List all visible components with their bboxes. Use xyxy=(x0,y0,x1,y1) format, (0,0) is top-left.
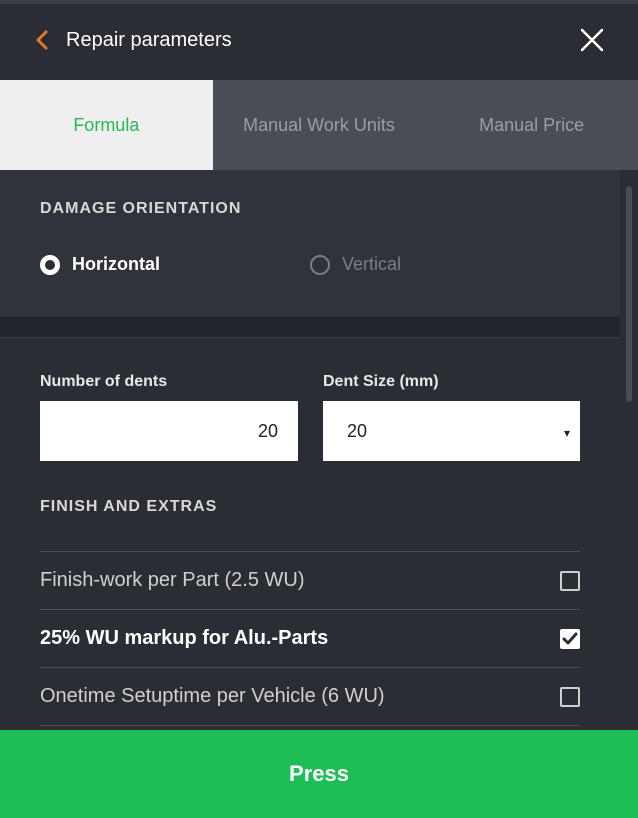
checkbox-unchecked-icon[interactable] xyxy=(560,686,580,707)
radio-vertical[interactable]: Vertical xyxy=(310,254,401,275)
checkbox-checked-icon[interactable] xyxy=(560,628,580,649)
orientation-section: DAMAGE ORIENTATION Horizontal Vertical xyxy=(0,170,620,317)
tab-bar: Formula Manual Work Units Manual Price xyxy=(0,80,638,170)
content-panel: DAMAGE ORIENTATION Horizontal Vertical N… xyxy=(0,170,620,730)
extras-title: FINISH AND EXTRAS xyxy=(40,498,218,515)
extra-alu-markup-label: 25% WU markup for Alu.-Parts xyxy=(40,627,329,649)
radio-horizontal[interactable]: Horizontal xyxy=(40,254,160,275)
dent-size-label: Dent Size (mm) xyxy=(323,373,439,390)
press-button[interactable]: Press xyxy=(0,730,638,818)
extra-setuptime[interactable]: Onetime Setuptime per Vehicle (6 WU) xyxy=(40,667,580,725)
tab-formula[interactable]: Formula xyxy=(0,80,213,170)
radio-horizontal-label: Horizontal xyxy=(72,254,160,274)
orientation-title: DAMAGE ORIENTATION xyxy=(40,200,242,217)
checkbox-unchecked-icon[interactable] xyxy=(560,570,580,591)
extra-alu-markup[interactable]: 25% WU markup for Alu.-Parts xyxy=(40,609,580,667)
dents-label: Number of dents xyxy=(40,373,168,390)
radio-checked-icon xyxy=(40,254,60,275)
extra-finish-work[interactable]: Finish-work per Part (2.5 WU) xyxy=(40,551,580,609)
dents-input[interactable]: 20 xyxy=(40,401,298,461)
radio-vertical-label: Vertical xyxy=(342,254,402,274)
dropdown-arrow-icon: ▾ xyxy=(563,426,570,440)
dent-size-value: 20 xyxy=(347,420,368,441)
extra-setuptime-label: Onetime Setuptime per Vehicle (6 WU) xyxy=(40,685,385,707)
back-arrow-icon[interactable] xyxy=(30,28,54,52)
close-icon[interactable] xyxy=(578,26,606,54)
tab-manual-price[interactable]: Manual Price xyxy=(425,80,638,170)
scrollbar[interactable] xyxy=(626,186,632,402)
page-title: Repair parameters xyxy=(66,29,232,51)
dent-size-select[interactable]: 20 ▾ xyxy=(323,401,580,461)
section-gap xyxy=(0,317,620,337)
header: Repair parameters xyxy=(0,4,638,80)
divider xyxy=(0,337,620,338)
extra-finish-work-label: Finish-work per Part (2.5 WU) xyxy=(40,569,305,591)
radio-unchecked-icon xyxy=(310,254,330,275)
tab-manual-work-units[interactable]: Manual Work Units xyxy=(213,80,426,170)
